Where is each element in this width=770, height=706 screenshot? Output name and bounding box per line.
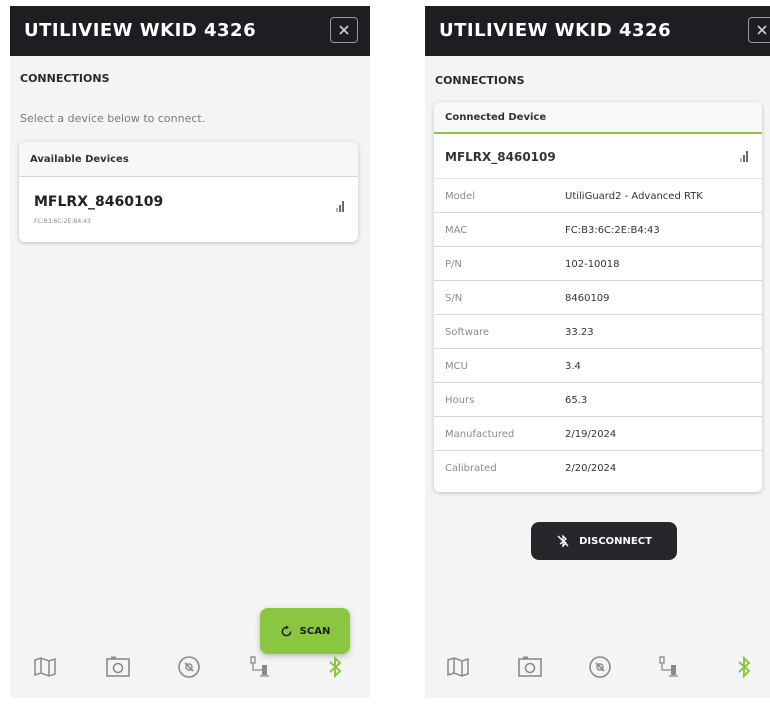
section-title: CONNECTIONS	[20, 72, 110, 85]
map-icon	[34, 657, 56, 677]
bottom-nav	[10, 642, 370, 698]
detail-label: Calibrated	[445, 463, 497, 474]
card-title: Available Devices	[30, 154, 129, 165]
compass-icon	[178, 656, 200, 678]
available-devices-card: Available Devices MFLRX_8460109 FC:B3:6C…	[19, 142, 358, 242]
scan-screen: UTILIVIEW WKID 4326 CONNECTIONS Select a…	[10, 6, 370, 698]
gps-receiver-icon	[250, 656, 269, 677]
detail-row: Model UtiliGuard2 - Advanced RTK	[434, 179, 762, 213]
detail-row: Software 33.23	[434, 315, 762, 349]
detail-row: P/N 102-10018	[434, 247, 762, 281]
card-title: Connected Device	[445, 112, 547, 123]
signal-strength-icon	[336, 200, 346, 212]
nav-bluetooth[interactable]	[322, 654, 348, 680]
card-header: Connected Device	[434, 102, 762, 134]
device-list-item[interactable]: MFLRX_8460109 FC:B3:6C:2E:B4:43	[19, 177, 358, 242]
detail-row: Hours 65.3	[434, 383, 762, 417]
detail-label: MAC	[445, 225, 468, 236]
compass-icon	[589, 656, 611, 678]
bottom-nav	[425, 642, 770, 698]
detail-label: Software	[445, 327, 490, 338]
nav-map[interactable]	[32, 654, 58, 680]
connected-screen: UTILIVIEW WKID 4326 CONNECTIONS Connecte…	[425, 6, 770, 698]
nav-bluetooth[interactable]	[731, 654, 757, 680]
close-icon	[339, 25, 349, 35]
detail-row: S/N 8460109	[434, 281, 762, 315]
camera-icon	[106, 656, 130, 677]
scan-label: SCAN	[299, 625, 331, 637]
close-button[interactable]	[330, 17, 358, 43]
device-mac: FC:B3:6C:2E:B4:43	[34, 218, 91, 225]
detail-label: S/N	[445, 293, 463, 304]
bluetooth-icon	[738, 655, 751, 679]
disconnect-label: DISCONNECT	[579, 535, 652, 547]
connected-device-row: MFLRX_8460109	[434, 134, 762, 179]
nav-map[interactable]	[445, 654, 471, 680]
nav-camera[interactable]	[105, 654, 131, 680]
bluetooth-off-icon	[557, 534, 569, 548]
detail-row: Manufactured 2/19/2024	[434, 417, 762, 451]
app-title: UTILIVIEW WKID 4326	[439, 20, 672, 41]
nav-camera[interactable]	[517, 654, 543, 680]
detail-value: 8460109	[565, 293, 610, 304]
gps-receiver-icon	[659, 656, 678, 677]
detail-label: P/N	[445, 259, 462, 270]
detail-row: MAC FC:B3:6C:2E:B4:43	[434, 213, 762, 247]
device-name: MFLRX_8460109	[34, 194, 164, 210]
close-button[interactable]	[748, 17, 770, 43]
detail-row: Calibrated 2/20/2024	[434, 451, 762, 485]
map-icon	[447, 657, 469, 677]
nav-gps[interactable]	[248, 654, 274, 680]
app-header: UTILIVIEW WKID 4326	[10, 6, 370, 56]
section-title: CONNECTIONS	[435, 74, 525, 87]
detail-value: FC:B3:6C:2E:B4:43	[565, 225, 660, 236]
connect-hint: Select a device below to connect.	[20, 112, 206, 125]
detail-label: MCU	[445, 361, 468, 372]
app-header: UTILIVIEW WKID 4326	[425, 6, 770, 56]
detail-label: Hours	[445, 395, 475, 406]
detail-row: MCU 3.4	[434, 349, 762, 383]
bluetooth-icon	[329, 655, 342, 679]
app-title: UTILIVIEW WKID 4326	[24, 20, 257, 41]
detail-value: 33.23	[565, 327, 594, 338]
refresh-icon	[281, 624, 292, 636]
detail-label: Model	[445, 191, 476, 202]
camera-icon	[518, 656, 542, 677]
detail-label: Manufactured	[445, 429, 515, 440]
detail-value: UtiliGuard2 - Advanced RTK	[565, 191, 703, 202]
card-header: Available Devices	[19, 142, 358, 177]
detail-value: 102-10018	[565, 259, 620, 270]
nav-gps[interactable]	[657, 654, 683, 680]
close-icon	[757, 25, 767, 35]
detail-value: 2/20/2024	[565, 463, 617, 474]
connected-device-card: Connected Device MFLRX_8460109 Model Util…	[434, 102, 762, 492]
nav-compass[interactable]	[587, 654, 613, 680]
disconnect-button[interactable]: DISCONNECT	[531, 522, 677, 560]
detail-value: 2/19/2024	[565, 429, 617, 440]
detail-value: 65.3	[565, 395, 588, 406]
nav-compass[interactable]	[176, 654, 202, 680]
device-name: MFLRX_8460109	[445, 150, 556, 164]
detail-value: 3.4	[565, 361, 581, 372]
signal-strength-icon	[740, 150, 750, 162]
